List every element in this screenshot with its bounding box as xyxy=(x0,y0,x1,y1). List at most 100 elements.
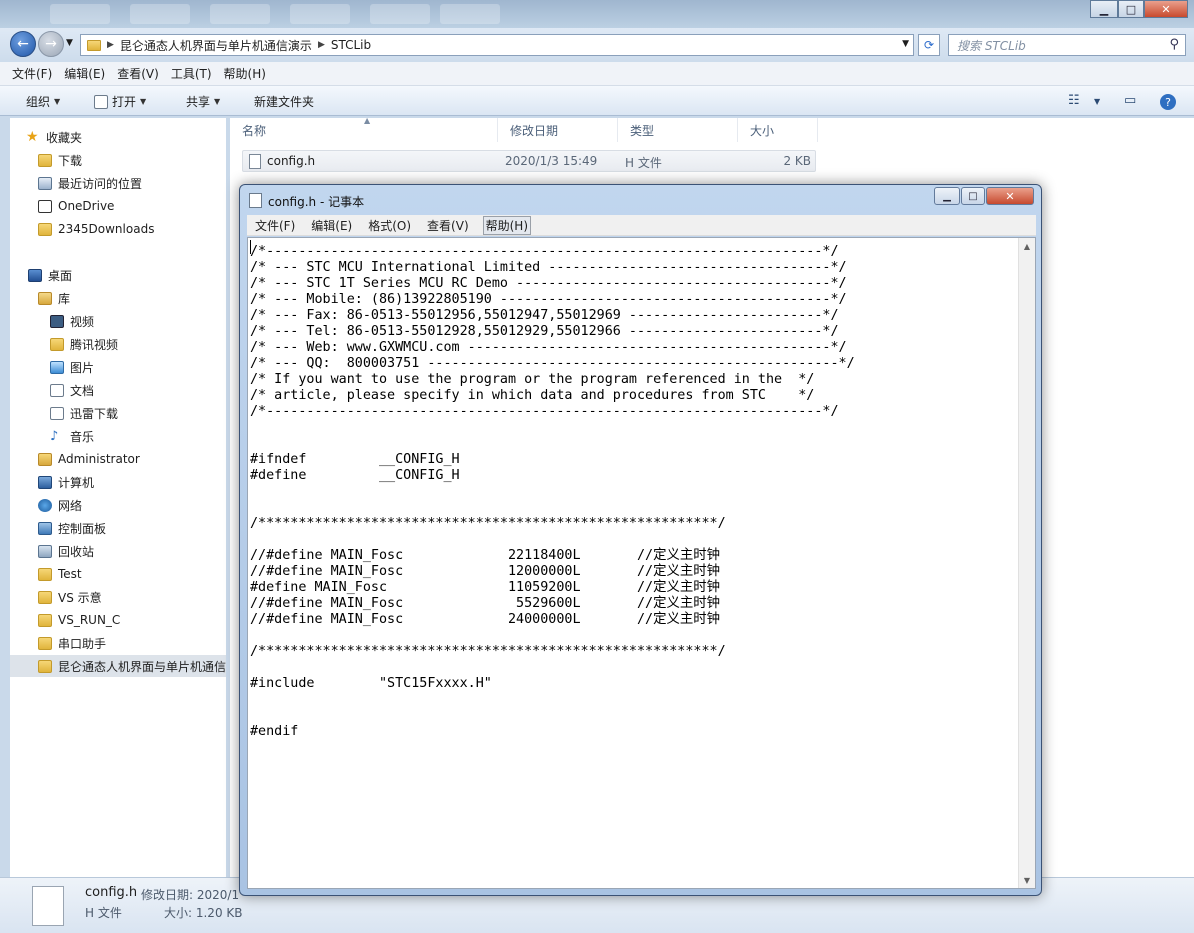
scroll-up-icon[interactable]: ▲ xyxy=(1019,238,1035,254)
nav-item[interactable]: Test xyxy=(38,563,254,585)
folder-icon xyxy=(38,590,52,604)
new-folder-button[interactable]: 新建文件夹 xyxy=(254,93,314,110)
back-button[interactable]: ← xyxy=(10,31,36,57)
nav-label: 控制面板 xyxy=(58,521,107,536)
notepad-menubar: 文件(F) 编辑(E) 格式(O) 查看(V) 帮助(H) xyxy=(247,215,1036,236)
nav-label: 网络 xyxy=(58,498,83,513)
menu-view[interactable]: 查看(V) xyxy=(117,65,159,82)
notepad-menu-format[interactable]: 格式(O) xyxy=(366,217,413,234)
notepad-menu-help[interactable]: 帮助(H) xyxy=(482,215,532,235)
nav-item[interactable]: 回收站 xyxy=(38,540,254,562)
nav-item[interactable]: 串口助手 xyxy=(38,632,254,654)
details-file-name: config.h xyxy=(85,885,138,900)
file-row[interactable]: config.h 2020/1/3 15:49 H 文件 2 KB xyxy=(242,150,816,172)
refresh-button[interactable]: ⟳ xyxy=(918,34,940,56)
sort-up-icon: ▲ xyxy=(364,116,371,125)
folder-icon xyxy=(38,636,52,650)
file-modified: 2020/1/3 15:49 xyxy=(505,154,598,168)
nav-item[interactable]: 库 xyxy=(38,287,254,309)
computer-icon xyxy=(38,475,52,489)
background-item xyxy=(50,4,110,24)
network-icon xyxy=(38,498,52,512)
video-icon xyxy=(50,314,64,328)
notepad-menu-file[interactable]: 文件(F) xyxy=(253,217,297,234)
menu-file[interactable]: 文件(F) xyxy=(12,65,52,82)
nav-label: 串口助手 xyxy=(58,636,107,651)
notepad-text-content[interactable]: /*--------------------------------------… xyxy=(250,244,1020,884)
search-icon[interactable]: ⚲ xyxy=(1169,37,1179,52)
nav-item[interactable]: 下载 xyxy=(38,149,254,171)
background-item xyxy=(130,4,190,24)
address-bar[interactable]: ▶ 昆仑通态人机界面与单片机通信演示 ▶ STCLib ▼ xyxy=(80,34,914,56)
open-button[interactable]: 打开 ▼ xyxy=(94,93,146,110)
nav-item[interactable]: 网络 xyxy=(38,494,254,516)
column-type[interactable]: 类型 xyxy=(618,118,738,142)
history-dropdown-icon[interactable]: ▼ xyxy=(66,38,73,48)
scroll-down-icon[interactable]: ▼ xyxy=(1019,872,1035,888)
notepad-menu-edit[interactable]: 编辑(E) xyxy=(309,217,354,234)
nav-item[interactable]: OneDrive xyxy=(38,195,254,217)
column-modified[interactable]: 修改日期 xyxy=(498,118,618,142)
search-placeholder: 搜索 STCLib xyxy=(957,38,1026,53)
background-item xyxy=(210,4,270,24)
notepad-minimize-button[interactable]: ▁ xyxy=(934,187,960,205)
nav-label: 文档 xyxy=(70,383,95,398)
address-dropdown-icon[interactable]: ▼ xyxy=(902,39,909,49)
library-icon xyxy=(38,291,52,305)
nav-item[interactable]: VS_RUN_C xyxy=(38,609,254,631)
notepad-close-button[interactable]: ✕ xyxy=(986,187,1034,205)
chevron-right-icon[interactable]: ▶ xyxy=(107,40,114,50)
command-bar: 组织 ▼ 打开 ▼ 共享 ▼ 新建文件夹 ☷ ▼ ▭ ? xyxy=(0,86,1194,116)
column-label: 修改日期 xyxy=(510,123,559,138)
nav-label: 2345Downloads xyxy=(58,222,155,236)
notepad-maximize-button[interactable]: □ xyxy=(961,187,985,205)
forward-button[interactable]: → xyxy=(38,31,64,57)
nav-label: Administrator xyxy=(58,452,140,466)
column-label: 类型 xyxy=(630,123,655,138)
file-type: H 文件 xyxy=(625,156,662,170)
background-taskbar-strip: ▁ □ ✕ xyxy=(0,0,1194,28)
close-button[interactable]: ✕ xyxy=(1144,0,1188,18)
notepad-editor[interactable]: /*--------------------------------------… xyxy=(247,237,1036,889)
nav-item-selected[interactable]: 昆仑通态人机界面与单片机通信 xyxy=(10,655,226,677)
menu-tools[interactable]: 工具(T) xyxy=(171,65,212,82)
view-options-icon[interactable]: ☷ xyxy=(1068,93,1080,108)
menu-edit[interactable]: 编辑(E) xyxy=(64,65,105,82)
nav-item[interactable]: Administrator xyxy=(38,448,254,470)
share-button[interactable]: 共享 ▼ xyxy=(186,93,220,110)
nav-item[interactable]: 计算机 xyxy=(38,471,254,493)
column-label: 大小 xyxy=(750,123,775,138)
maximize-button[interactable]: □ xyxy=(1118,0,1144,18)
background-item xyxy=(370,4,430,24)
column-name[interactable]: 名称 ▲ xyxy=(230,116,498,142)
cloud-icon xyxy=(38,199,52,213)
menu-help[interactable]: 帮助(H) xyxy=(224,65,266,82)
notepad-menu-view[interactable]: 查看(V) xyxy=(425,217,471,234)
breadcrumb-item[interactable]: STCLib xyxy=(331,38,371,52)
folder-icon xyxy=(50,337,64,351)
details-size: 大小: 1.20 KB xyxy=(164,906,243,920)
nav-item[interactable]: 控制面板 xyxy=(38,517,254,539)
notepad-window[interactable]: config.h - 记事本 ▁ □ ✕ 文件(F) 编辑(E) 格式(O) 查… xyxy=(239,184,1042,896)
organize-button[interactable]: 组织 ▼ xyxy=(26,93,60,110)
nav-item[interactable]: 2345Downloads xyxy=(38,218,254,240)
nav-item[interactable]: 最近访问的位置 xyxy=(38,172,254,194)
open-label: 打开 xyxy=(112,95,137,109)
folder-icon xyxy=(38,153,52,167)
search-input[interactable]: 搜索 STCLib ⚲ xyxy=(948,34,1186,56)
details-modified: 修改日期: 2020/1 xyxy=(141,888,240,902)
nav-item[interactable]: VS 示意 xyxy=(38,586,254,608)
nav-label: 音乐 xyxy=(70,429,95,444)
breadcrumb-item[interactable]: 昆仑通态人机界面与单片机通信演示 xyxy=(120,37,312,54)
chevron-right-icon[interactable]: ▶ xyxy=(318,40,325,50)
nav-desktop[interactable]: 桌面 xyxy=(28,264,244,286)
view-dropdown-icon[interactable]: ▼ xyxy=(1094,97,1100,106)
vertical-scrollbar[interactable]: ▲ ▼ xyxy=(1018,238,1035,888)
help-icon[interactable]: ? xyxy=(1160,94,1176,110)
nav-favorites[interactable]: ★ 收藏夹 xyxy=(26,126,242,148)
navigation-pane: ★ 收藏夹 下载 最近访问的位置 OneDrive 2345Downloads 桌… xyxy=(10,118,226,877)
column-size[interactable]: 大小 xyxy=(738,118,818,142)
nav-label: 计算机 xyxy=(58,475,95,490)
preview-pane-icon[interactable]: ▭ xyxy=(1124,93,1136,108)
minimize-button[interactable]: ▁ xyxy=(1090,0,1118,18)
